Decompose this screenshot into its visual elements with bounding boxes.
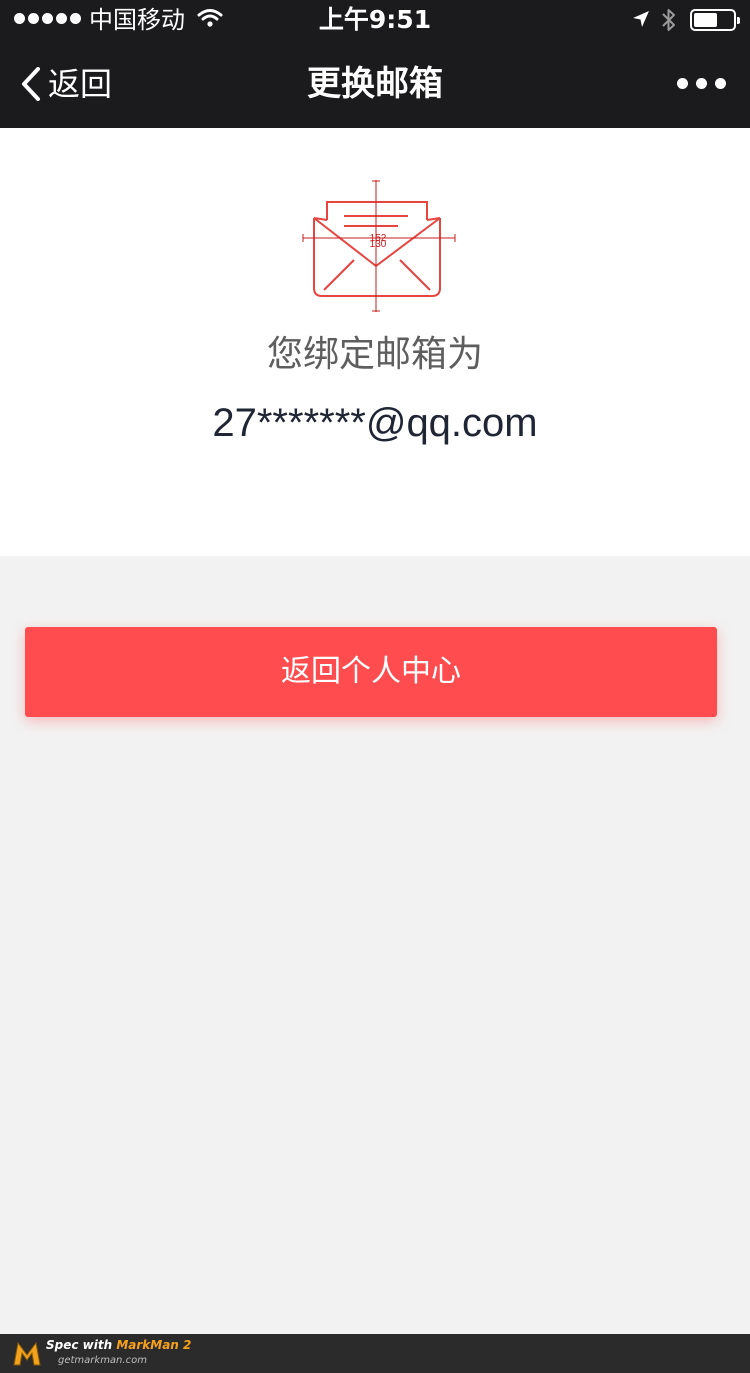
more-options-button[interactable] [677,78,726,89]
screen: 中国移动 上午9:51 返回 更换邮箱 152 130 您绑定邮箱为 27***… [0,0,750,1373]
markman-brand: Spec with MarkMan 2 [46,1338,191,1353]
email-info-card: 152 130 您绑定邮箱为 27*******@qq.com [0,128,750,556]
battery-icon [690,9,740,31]
status-bar: 中国移动 上午9:51 [0,0,750,40]
envelope-measure-bottom: 130 [370,239,387,250]
page-title: 更换邮箱 [307,64,443,104]
more-dot-icon [696,78,707,89]
bluetooth-icon [662,9,675,31]
top-bar: 中国移动 上午9:51 返回 更换邮箱 [0,0,750,128]
markman-logo-icon [13,1341,41,1366]
markman-watermark-bar: Spec with MarkMan 2 getmarkman.com [0,1334,750,1373]
markman-site: getmarkman.com [58,1355,147,1366]
navigation-bar: 返回 更换邮箱 [0,40,750,128]
bound-email-address: 27*******@qq.com [212,401,538,445]
brand-name: MarkMan 2 [116,1338,192,1352]
location-arrow-icon [633,11,649,27]
brand-prefix: Spec with [46,1338,117,1352]
more-dot-icon [715,78,726,89]
envelope-icon: 152 130 [302,180,456,312]
more-dot-icon [677,78,688,89]
return-personal-center-button[interactable]: 返回个人中心 [25,627,717,717]
bound-email-label: 您绑定邮箱为 [266,334,483,375]
